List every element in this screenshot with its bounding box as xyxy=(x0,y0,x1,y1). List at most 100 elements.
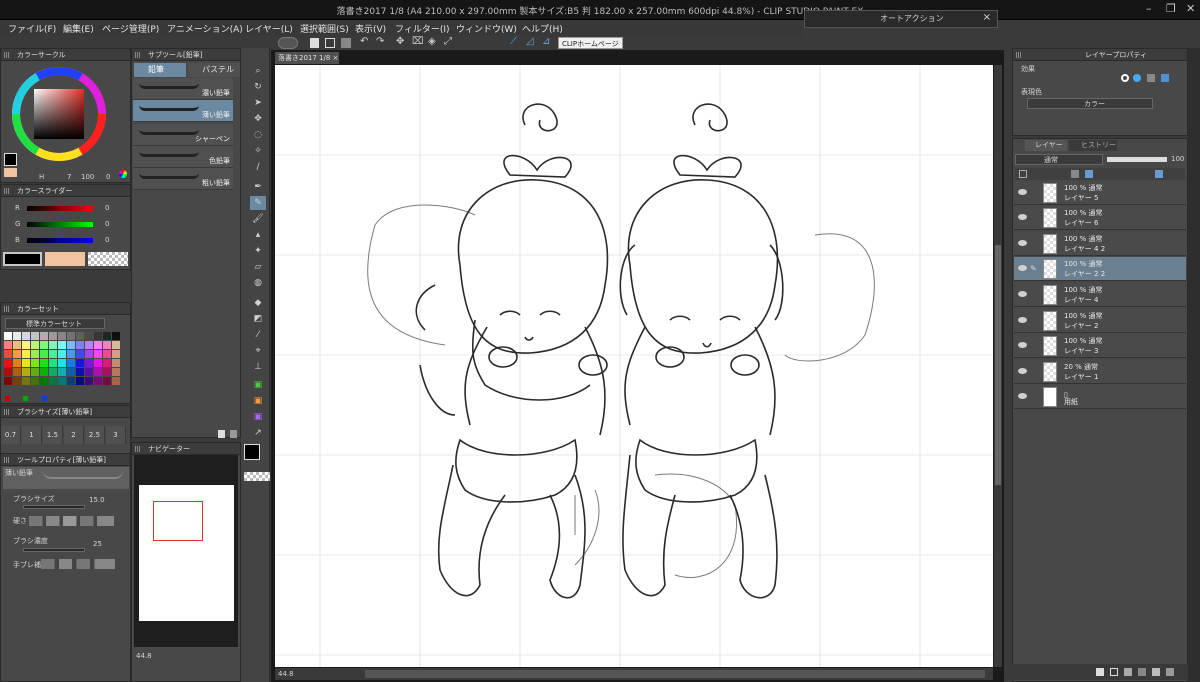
sub-tool-item-mechanical-pencil[interactable]: シャーペン xyxy=(133,124,233,146)
main-color-chip[interactable] xyxy=(3,252,42,266)
effect-tone-icon[interactable] xyxy=(1133,74,1141,82)
scale-icon[interactable]: ⤢ xyxy=(444,36,452,47)
palette-swatch[interactable] xyxy=(31,341,39,349)
layer-move-tool-icon[interactable]: ✥ xyxy=(250,112,266,126)
menu-edit[interactable]: 編集(E) xyxy=(63,22,94,35)
canvas-horizontal-scrollbar[interactable] xyxy=(365,670,985,678)
new-raster-layer-icon[interactable] xyxy=(1096,668,1104,676)
menu-help[interactable]: ヘルプ(H) xyxy=(522,22,563,35)
special-ruler-icon[interactable]: ⊿ xyxy=(542,36,550,47)
menu-layer[interactable]: レイヤー(L) xyxy=(245,22,293,35)
palette-swatch[interactable] xyxy=(13,350,21,358)
sub-tool-tab-pastel[interactable]: パステル xyxy=(188,63,240,77)
visibility-eye-icon[interactable] xyxy=(1018,368,1027,374)
palette-swatch[interactable] xyxy=(40,332,48,340)
navigator-viewport-frame[interactable] xyxy=(153,501,203,541)
visibility-eye-icon[interactable] xyxy=(1018,342,1027,348)
lock-transparency-icon[interactable] xyxy=(1071,170,1079,178)
palette-swatch[interactable] xyxy=(40,350,48,358)
palette-swatch[interactable] xyxy=(85,341,93,349)
airbrush-tool-icon[interactable]: ▴ xyxy=(250,228,266,242)
layer-row[interactable]: 100 % 通常 レイヤー 4 xyxy=(1014,283,1186,307)
new-folder-icon[interactable] xyxy=(1124,668,1132,676)
visibility-eye-icon[interactable] xyxy=(1018,291,1027,297)
sub-tool-item-colored-pencil[interactable]: 色鉛筆 xyxy=(133,146,233,168)
color-wheel[interactable] xyxy=(11,66,107,162)
canvas-zoom-value[interactable]: 44.8 xyxy=(278,670,294,678)
menu-animation[interactable]: アニメーション(A) xyxy=(167,22,243,35)
delete-layer-icon[interactable] xyxy=(1166,668,1174,676)
maximize-icon[interactable]: ❐ xyxy=(1166,2,1176,15)
palette-swatch[interactable] xyxy=(67,359,75,367)
merge-down-icon[interactable] xyxy=(1152,668,1160,676)
layer-color-icon[interactable] xyxy=(1155,170,1163,178)
palette-swatch[interactable] xyxy=(94,377,102,385)
palette-swatch[interactable] xyxy=(4,368,12,376)
layer-row[interactable]: 20 % 通常 レイヤー 1 xyxy=(1014,360,1186,384)
transform-icon[interactable]: ✥ xyxy=(396,36,404,47)
palette-swatch[interactable] xyxy=(67,350,75,358)
drawing-canvas[interactable] xyxy=(275,65,993,667)
layer-tab[interactable]: レイヤー xyxy=(1025,140,1067,151)
slider-g[interactable] xyxy=(27,222,93,227)
palette-swatch[interactable] xyxy=(4,332,12,340)
palette-swatch[interactable] xyxy=(94,368,102,376)
brush-size-preset-4[interactable]: 2 xyxy=(64,426,84,444)
sub-color-chip[interactable] xyxy=(45,252,85,266)
brush-size-preset-2[interactable]: 1 xyxy=(22,426,42,444)
menu-file[interactable]: ファイル(F) xyxy=(8,22,56,35)
hardness-steps[interactable] xyxy=(29,516,114,526)
palette-swatch[interactable] xyxy=(58,377,66,385)
palette-swatch[interactable] xyxy=(22,377,30,385)
expression-color-select[interactable]: カラー xyxy=(1027,98,1153,109)
palette-swatch[interactable] xyxy=(40,377,48,385)
ruler-tool-icon[interactable]: ⊥ xyxy=(250,360,266,374)
blend-mode-select[interactable]: 通常 xyxy=(1015,154,1103,165)
undo-icon[interactable]: ↶ xyxy=(360,36,368,47)
operation-tool-icon[interactable]: ➤ xyxy=(250,96,266,110)
pencil-tool-icon[interactable]: ✎ xyxy=(250,196,266,210)
palette-swatch[interactable] xyxy=(49,341,57,349)
brush-size-preset-5[interactable]: 2.5 xyxy=(85,426,105,444)
palette-swatch[interactable] xyxy=(112,341,120,349)
palette-swatch[interactable] xyxy=(112,377,120,385)
palette-swatch[interactable] xyxy=(94,341,102,349)
palette-swatch[interactable] xyxy=(13,368,21,376)
canvas-tab-close-icon[interactable]: × xyxy=(330,54,339,62)
palette-swatch[interactable] xyxy=(13,377,21,385)
menu-window[interactable]: ウィンドウ(W) xyxy=(456,22,517,35)
open-file-icon[interactable] xyxy=(325,38,335,48)
brush-size-preset-3[interactable]: 1.5 xyxy=(43,426,63,444)
new-vector-layer-icon[interactable] xyxy=(1110,668,1118,676)
palette-swatch[interactable] xyxy=(4,377,12,385)
slider-r[interactable] xyxy=(27,206,93,211)
layer-row-selected[interactable]: ✎ 100 % 通常 レイヤー 2 2 xyxy=(1014,257,1186,281)
layer-row[interactable]: 100 % 通常 レイヤー 6 xyxy=(1014,206,1186,230)
sub-tool-item-rough-pencil[interactable]: 粗い鉛筆 xyxy=(133,168,233,190)
tool-main-color[interactable] xyxy=(244,444,260,460)
palette-swatch[interactable] xyxy=(76,368,84,376)
palette-swatch[interactable] xyxy=(31,377,39,385)
navigator-view[interactable] xyxy=(134,455,238,647)
color-palette-grid[interactable] xyxy=(4,332,124,390)
palette-swatch[interactable] xyxy=(112,350,120,358)
visibility-eye-icon[interactable] xyxy=(1018,240,1027,246)
palette-swatch[interactable] xyxy=(76,332,84,340)
palette-swatch[interactable] xyxy=(49,350,57,358)
menu-page[interactable]: ページ管理(P) xyxy=(102,22,159,35)
close-icon[interactable]: ✕ xyxy=(1186,2,1195,15)
palette-swatch[interactable] xyxy=(76,341,84,349)
zoom-tool-icon[interactable]: ⌕ xyxy=(250,64,266,78)
opacity-slider[interactable] xyxy=(1107,157,1167,162)
palette-swatch[interactable] xyxy=(67,368,75,376)
palette-swatch[interactable] xyxy=(4,359,12,367)
palette-swatch[interactable] xyxy=(49,359,57,367)
palette-swatch[interactable] xyxy=(4,341,12,349)
palette-swatch[interactable] xyxy=(58,368,66,376)
text-tool-icon[interactable]: ▣ xyxy=(250,378,266,392)
frame-tool-icon[interactable]: ⌖ xyxy=(250,344,266,358)
palette-swatch[interactable] xyxy=(58,359,66,367)
density-slider[interactable] xyxy=(23,548,85,552)
move-tool-icon[interactable]: ↻ xyxy=(250,80,266,94)
palette-swatch[interactable] xyxy=(13,359,21,367)
